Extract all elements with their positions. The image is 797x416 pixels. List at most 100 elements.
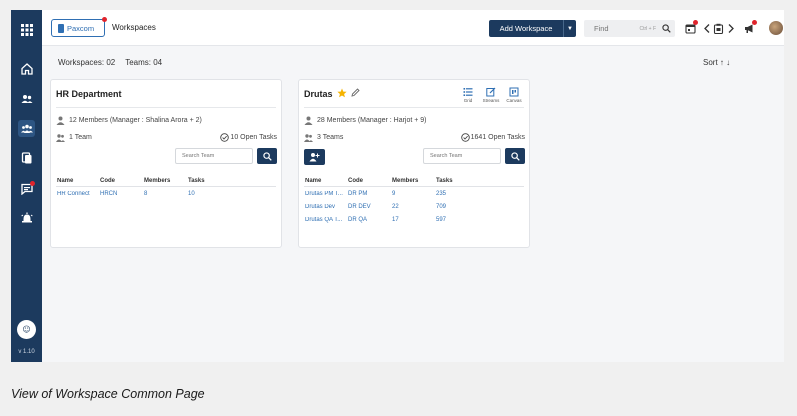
workspace-card[interactable]: HR Department 12 Members (Manager : Shal… — [50, 79, 282, 248]
search-icon — [510, 151, 520, 161]
open-tasks-text: 10 Open Tasks — [230, 134, 277, 141]
star-icon[interactable] — [337, 88, 347, 98]
notification-dot — [752, 20, 757, 25]
view-label: Streams — [482, 98, 500, 103]
team-tasks[interactable]: 235 — [436, 191, 480, 197]
team-members[interactable]: 22 — [392, 204, 436, 210]
add-user-icon — [309, 153, 320, 162]
team-name-link[interactable]: HR Connect — [56, 191, 100, 197]
view-streams-button[interactable]: Streams — [480, 87, 502, 103]
workspace-name[interactable]: HR Department — [56, 89, 122, 99]
check-circle-icon — [220, 133, 230, 142]
search-team-button[interactable] — [257, 148, 277, 164]
notification-dot — [693, 20, 698, 25]
team-icon — [56, 134, 65, 142]
table-row[interactable]: Drutas PM T... DR PM 9 235 — [304, 187, 524, 200]
view-label: Grid — [463, 98, 473, 103]
add-workspace-dropdown-icon[interactable]: ▼ — [563, 20, 576, 37]
calendar-icon[interactable] — [685, 20, 698, 34]
team-name-link[interactable]: Drutas Dev — [304, 204, 348, 210]
divider — [304, 107, 524, 108]
open-tasks-text: 1641 Open Tasks — [470, 134, 525, 141]
chevron-left-icon[interactable] — [702, 22, 713, 34]
sidebar: ☺ v 1.10 — [11, 10, 42, 362]
team-code[interactable]: HRCN — [100, 191, 144, 197]
column-header: Tasks — [436, 177, 453, 184]
team-tasks[interactable]: 10 — [188, 191, 232, 197]
search-icon[interactable] — [662, 24, 671, 33]
search-team-input[interactable] — [175, 148, 253, 164]
breadcrumb: Workspaces — [112, 23, 156, 32]
alarm-icon[interactable] — [18, 209, 35, 226]
sort-button[interactable]: Sort ↑ ↓ — [703, 58, 730, 67]
figure-caption: View of Workspace Common Page — [11, 387, 205, 401]
notification-dot — [102, 17, 107, 22]
column-header: Code — [100, 177, 115, 184]
workspace-card[interactable]: Drutas Grid Streams Canvas 28 Members (M… — [298, 79, 530, 248]
table-row[interactable]: Drutas Dev DR DEV 22 709 — [304, 200, 524, 213]
top-bar: Paxcom Workspaces Add Workspace ▼ Ctrl +… — [42, 10, 784, 46]
workspace-name[interactable]: Drutas — [304, 89, 333, 99]
column-header: Name — [57, 177, 74, 184]
open-tasks: 10 Open Tasks — [220, 133, 277, 142]
members-text: 28 Members (Manager : Harjot + 9) — [317, 117, 427, 124]
team-code[interactable]: DR DEV — [348, 204, 392, 210]
teams-table: Name Code Members Tasks Drutas PM T... D… — [304, 175, 524, 226]
column-header: Members — [392, 177, 419, 184]
org-logo-icon — [58, 23, 64, 33]
team-tasks[interactable]: 709 — [436, 204, 480, 210]
open-tasks: 1641 Open Tasks — [460, 133, 525, 142]
team-members[interactable]: 9 — [392, 191, 436, 197]
team-name-link[interactable]: Drutas QA T... — [304, 217, 348, 223]
add-member-button[interactable] — [304, 149, 325, 165]
check-circle-icon — [460, 133, 470, 142]
clipboard-icon[interactable] — [713, 22, 724, 34]
team-name-link[interactable]: Drutas PM T... — [304, 191, 348, 197]
add-workspace-button[interactable]: Add Workspace ▼ — [489, 20, 576, 37]
table-row[interactable]: Drutas QA T... DR QA 17 597 — [304, 213, 524, 226]
avatar[interactable] — [769, 21, 783, 35]
chevron-right-icon[interactable] — [725, 22, 736, 34]
documents-icon[interactable] — [18, 149, 35, 166]
team-tasks[interactable]: 597 — [436, 217, 480, 223]
team-code[interactable]: DR PM — [348, 191, 392, 197]
home-icon[interactable] — [18, 60, 35, 77]
stream-edit-icon — [486, 87, 496, 97]
apps-grid-icon[interactable] — [18, 21, 35, 38]
find-shortcut: Ctrl + F — [639, 25, 656, 32]
teams-text: 3 Teams — [317, 134, 344, 141]
table-row[interactable]: HR Connect HRCN 8 10 — [56, 187, 276, 200]
search-team-button[interactable] — [505, 148, 525, 164]
person-icon — [304, 116, 313, 125]
list-grid-icon — [463, 88, 473, 96]
teams-line: 1 Team — [56, 133, 92, 142]
column-header: Tasks — [188, 177, 205, 184]
view-grid-button[interactable]: Grid — [457, 87, 479, 103]
chat-icon[interactable] — [18, 180, 35, 197]
edit-pencil-icon[interactable] — [351, 88, 360, 97]
teams-count: Teams: 04 — [125, 58, 163, 67]
canvas-icon — [509, 87, 519, 97]
column-header: Name — [305, 177, 322, 184]
org-switcher[interactable]: Paxcom — [51, 17, 107, 37]
teams-line: 3 Teams — [304, 133, 343, 142]
table-header: Name Code Members Tasks — [304, 175, 524, 187]
view-canvas-button[interactable]: Canvas — [503, 87, 525, 103]
brand-logo[interactable]: ☺ — [17, 320, 36, 339]
workspaces-icon[interactable] — [18, 120, 35, 137]
column-header: Code — [348, 177, 363, 184]
find-box[interactable]: Ctrl + F — [584, 20, 675, 37]
teams-text: 1 Team — [69, 134, 92, 141]
users-icon[interactable] — [18, 90, 35, 107]
team-members[interactable]: 8 — [144, 191, 188, 197]
team-members[interactable]: 17 — [392, 217, 436, 223]
team-icon — [304, 134, 313, 142]
members-text: 12 Members (Manager : Shalina Arora + 2) — [69, 117, 202, 124]
divider — [56, 107, 276, 108]
members-line: 28 Members (Manager : Harjot + 9) — [304, 116, 427, 125]
megaphone-icon[interactable] — [744, 20, 757, 34]
search-team-input[interactable] — [423, 148, 501, 164]
team-code[interactable]: DR QA — [348, 217, 392, 223]
notification-dot — [30, 181, 35, 186]
find-input[interactable] — [594, 24, 628, 33]
